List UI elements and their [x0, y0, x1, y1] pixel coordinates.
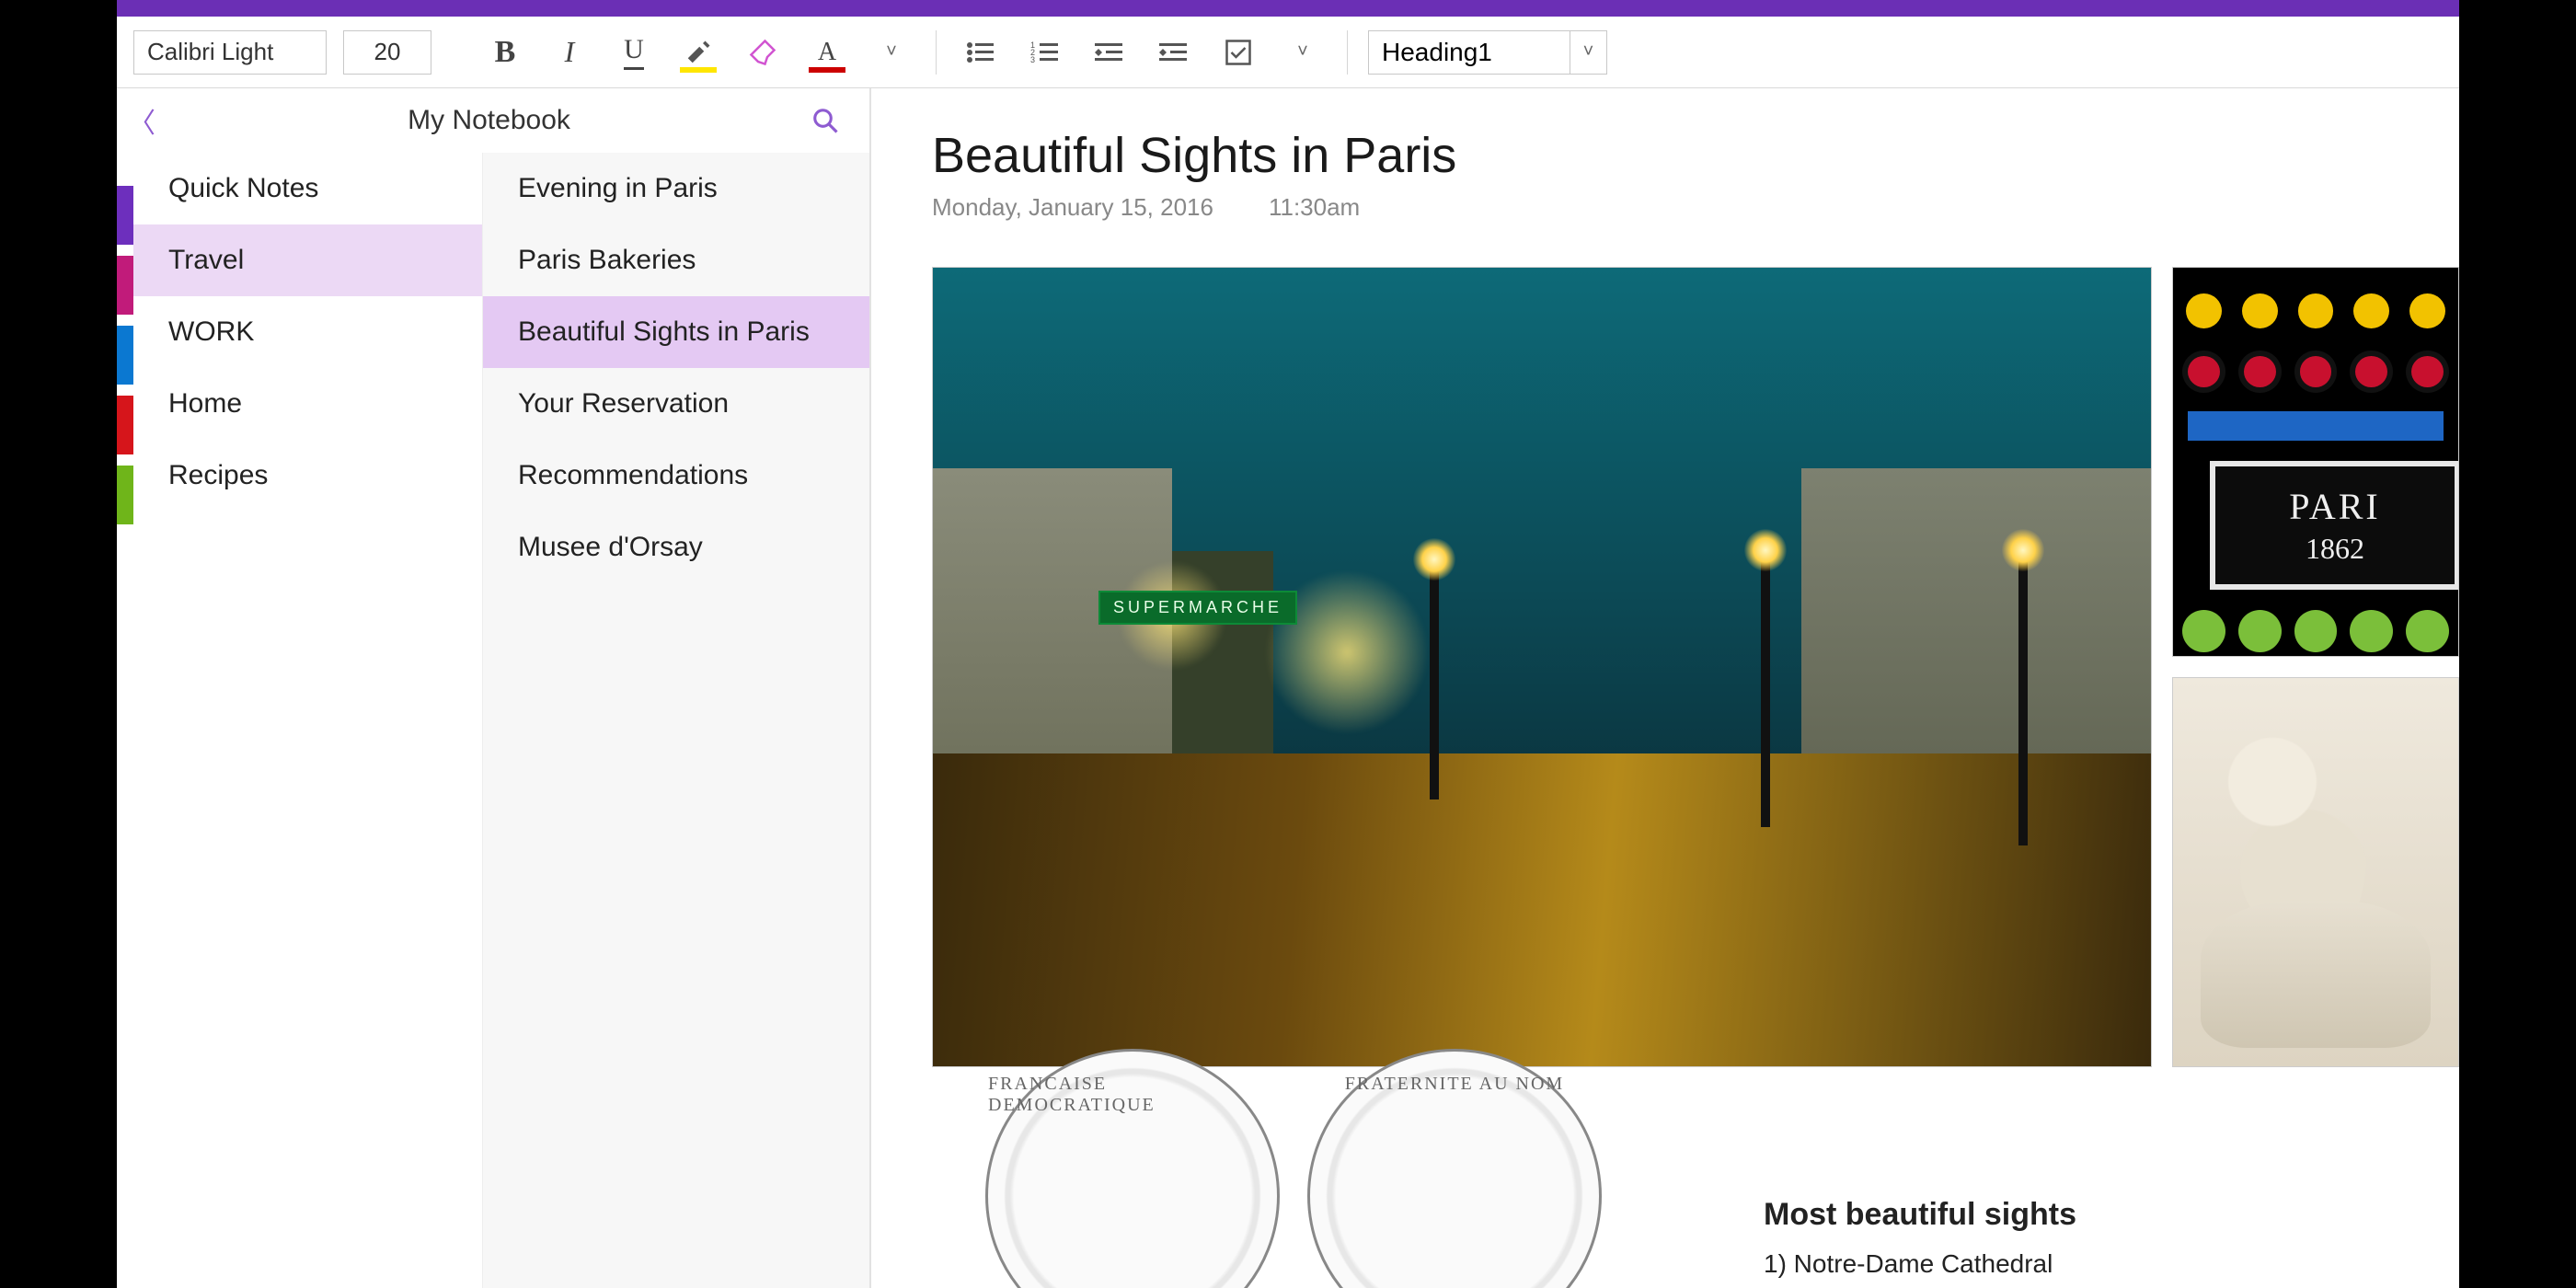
font-family-combo[interactable]: Calibri Light	[133, 30, 327, 75]
section-label: Recipes	[168, 460, 268, 491]
sights-block[interactable]: Most beautiful sights 1) Notre-Dame Cath…	[1764, 1197, 2076, 1279]
page-item[interactable]: Recommendations	[483, 440, 869, 512]
increase-indent-icon	[1159, 40, 1189, 65]
italic-button[interactable]: I	[546, 29, 593, 76]
coin-image[interactable]: FRATERNITE AU NOM	[1307, 1049, 1602, 1288]
todo-tag-button[interactable]	[1214, 29, 1262, 76]
page-item[interactable]: Beautiful Sights in Paris	[483, 296, 869, 368]
section-item[interactable]: Home	[133, 368, 482, 440]
svg-text:3: 3	[1030, 55, 1035, 64]
page-time: 11:30am	[1269, 193, 1360, 222]
bulleted-list-icon	[966, 40, 995, 65]
format-painter-icon	[749, 39, 776, 66]
todo-more-button[interactable]: ˅	[1279, 29, 1327, 76]
stained-plaque: PARI 1862	[2210, 461, 2459, 590]
section-color-tab[interactable]	[117, 256, 133, 315]
back-button[interactable]: 〈	[117, 100, 167, 141]
page-item[interactable]: Paris Bakeries	[483, 224, 869, 296]
section-item[interactable]: Travel	[133, 224, 482, 296]
section-color-tab[interactable]	[117, 396, 133, 454]
highlight-button[interactable]	[674, 29, 722, 76]
page-label: Recommendations	[518, 460, 748, 491]
section-item[interactable]: WORK	[133, 296, 482, 368]
separator	[936, 30, 937, 75]
hero-image[interactable]: SUPERMARCHE	[932, 267, 2152, 1067]
coin-image[interactable]: FRANCAISE DEMOCRATIQUE	[985, 1049, 1280, 1288]
sights-list-item: 1) Notre-Dame Cathedral	[1764, 1249, 2076, 1279]
search-icon	[811, 107, 839, 134]
ribbon-toolbar: Calibri Light 20 B I U A ˅ 123 ˅	[117, 17, 2459, 88]
font-color-more-button[interactable]: ˅	[868, 29, 915, 76]
styles-combo[interactable]: Heading1 ˅	[1368, 30, 1607, 75]
page-label: Your Reservation	[518, 388, 729, 420]
page-meta: Monday, January 15, 2016 11:30am	[932, 193, 2459, 222]
page-date: Monday, January 15, 2016	[932, 193, 1213, 222]
page-label: Evening in Paris	[518, 173, 718, 204]
checkbox-icon	[1225, 39, 1252, 66]
styles-combo-value: Heading1	[1369, 38, 1570, 67]
note-canvas[interactable]: Beautiful Sights in Paris Monday, Januar…	[871, 88, 2459, 1288]
page-item[interactable]: Musee d'Orsay	[483, 512, 869, 583]
page-label: Paris Bakeries	[518, 245, 696, 276]
decrease-indent-button[interactable]	[1086, 29, 1133, 76]
section-item[interactable]: Quick Notes	[133, 153, 482, 224]
separator	[1347, 30, 1348, 75]
section-color-tabs	[117, 153, 133, 1288]
underline-button[interactable]: U	[610, 29, 658, 76]
notebook-title[interactable]: My Notebook	[167, 105, 811, 136]
section-list: Quick Notes Travel WORK Home Recipes	[133, 153, 483, 1288]
section-color-tab[interactable]	[117, 466, 133, 524]
section-label: Quick Notes	[168, 173, 318, 204]
font-size-combo[interactable]: 20	[343, 30, 431, 75]
notebook-header: 〈 My Notebook	[117, 88, 871, 153]
search-button[interactable]	[811, 107, 870, 134]
sights-heading: Most beautiful sights	[1764, 1197, 2076, 1233]
bold-button[interactable]: B	[481, 29, 529, 76]
page-list: Evening in Paris Paris Bakeries Beautifu…	[483, 153, 869, 1288]
font-color-button[interactable]: A	[803, 29, 851, 76]
section-label: Home	[168, 388, 242, 420]
bulleted-list-button[interactable]	[957, 29, 1005, 76]
increase-indent-button[interactable]	[1150, 29, 1198, 76]
chevron-down-icon: ˅	[1570, 31, 1606, 74]
section-color-tab[interactable]	[117, 186, 133, 245]
statue-image[interactable]	[2172, 677, 2459, 1067]
stained-glass-image[interactable]: PARI 1862	[2172, 267, 2459, 657]
format-painter-button[interactable]	[739, 29, 787, 76]
hero-image-sign: SUPERMARCHE	[1098, 591, 1297, 625]
page-item[interactable]: Your Reservation	[483, 368, 869, 440]
page-label: Musee d'Orsay	[518, 532, 703, 563]
page-item[interactable]: Evening in Paris	[483, 153, 869, 224]
page-title[interactable]: Beautiful Sights in Paris	[932, 127, 2459, 184]
section-label: Travel	[168, 245, 244, 276]
window-titlebar	[117, 0, 2459, 17]
page-label: Beautiful Sights in Paris	[518, 316, 810, 348]
section-item[interactable]: Recipes	[133, 440, 482, 512]
numbered-list-button[interactable]: 123	[1021, 29, 1069, 76]
decrease-indent-icon	[1095, 40, 1124, 65]
numbered-list-icon: 123	[1030, 40, 1060, 65]
highlighter-icon	[684, 39, 712, 66]
section-color-tab[interactable]	[117, 326, 133, 385]
coin-images: FRANCAISE DEMOCRATIQUE FRATERNITE AU NOM	[985, 1049, 1602, 1288]
section-label: WORK	[168, 316, 254, 348]
